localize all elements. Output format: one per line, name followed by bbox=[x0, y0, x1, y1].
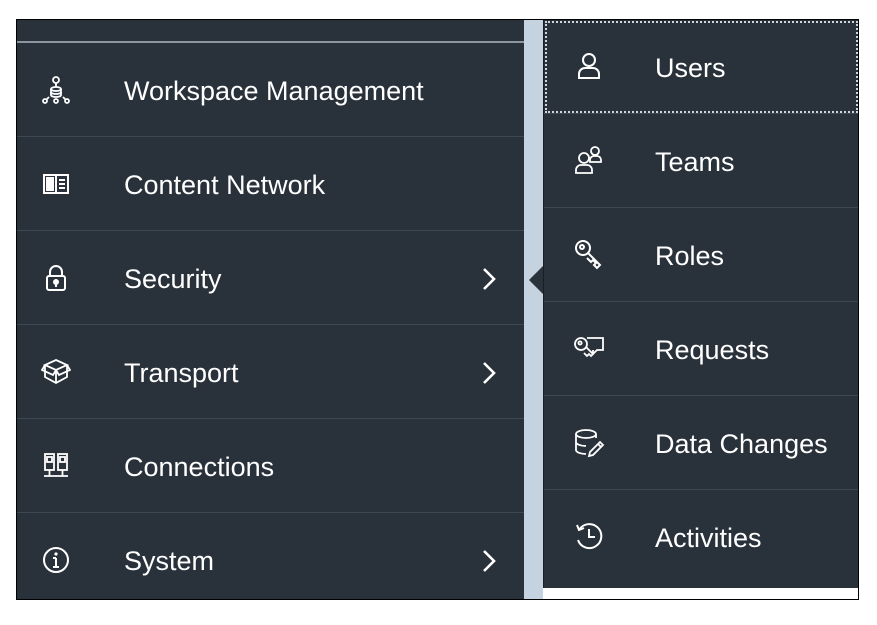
submenu-item-teams[interactable]: Teams bbox=[544, 114, 858, 208]
nav-item-label: System bbox=[124, 546, 215, 576]
nav-item-transport[interactable]: Transport bbox=[17, 325, 524, 419]
key-icon bbox=[573, 238, 605, 270]
chevron-right-icon bbox=[477, 547, 501, 575]
workspace-hierarchy-icon bbox=[41, 75, 71, 105]
submenu-item-data-changes[interactable]: Data Changes bbox=[544, 396, 858, 490]
submenu-item-users[interactable]: Users bbox=[544, 20, 858, 114]
nav-item-workspace-management[interactable]: Workspace Management bbox=[17, 43, 524, 137]
nav-item-system[interactable]: System bbox=[17, 513, 524, 599]
nav-item-label: Transport bbox=[124, 358, 239, 388]
backdrop-strip bbox=[543, 588, 858, 599]
nav-item-label: Connections bbox=[124, 452, 275, 482]
main-navigation-menu: Workspace Management Content Network Sec… bbox=[17, 20, 524, 599]
key-request-icon bbox=[573, 332, 605, 364]
package-icon bbox=[41, 357, 71, 387]
group-icon bbox=[573, 144, 605, 176]
submenu-item-label: Requests bbox=[655, 335, 770, 365]
nav-item-label: Security bbox=[124, 264, 222, 294]
submenu-item-activities[interactable]: Activities bbox=[544, 490, 858, 584]
book-icon bbox=[41, 169, 71, 199]
submenu-item-roles[interactable]: Roles bbox=[544, 208, 858, 302]
submenu-item-label: Data Changes bbox=[655, 429, 828, 459]
connections-icon bbox=[41, 451, 71, 481]
navigation-frame: Workspace Management Content Network Sec… bbox=[16, 19, 859, 600]
user-icon bbox=[573, 50, 605, 82]
chevron-right-icon bbox=[477, 265, 501, 293]
nav-item-connections[interactable]: Connections bbox=[17, 419, 524, 513]
nav-item-security[interactable]: Security bbox=[17, 231, 524, 325]
history-icon bbox=[573, 520, 605, 552]
chevron-right-icon bbox=[477, 359, 501, 387]
submenu-item-label: Teams bbox=[655, 147, 735, 177]
submenu-item-label: Activities bbox=[655, 523, 762, 553]
security-submenu: Users Teams Roles Requests Data Changes … bbox=[543, 20, 858, 588]
menu-top-bar bbox=[17, 20, 524, 43]
nav-item-label: Workspace Management bbox=[124, 76, 424, 106]
database-edit-icon bbox=[573, 426, 605, 458]
info-icon bbox=[41, 545, 71, 575]
submenu-gap bbox=[524, 20, 543, 599]
submenu-item-requests[interactable]: Requests bbox=[544, 302, 858, 396]
nav-item-content-network[interactable]: Content Network bbox=[17, 137, 524, 231]
nav-item-label: Content Network bbox=[124, 170, 326, 200]
lock-icon bbox=[41, 263, 71, 293]
submenu-item-label: Users bbox=[655, 53, 726, 83]
submenu-item-label: Roles bbox=[655, 241, 725, 271]
submenu-pointer bbox=[529, 266, 543, 294]
